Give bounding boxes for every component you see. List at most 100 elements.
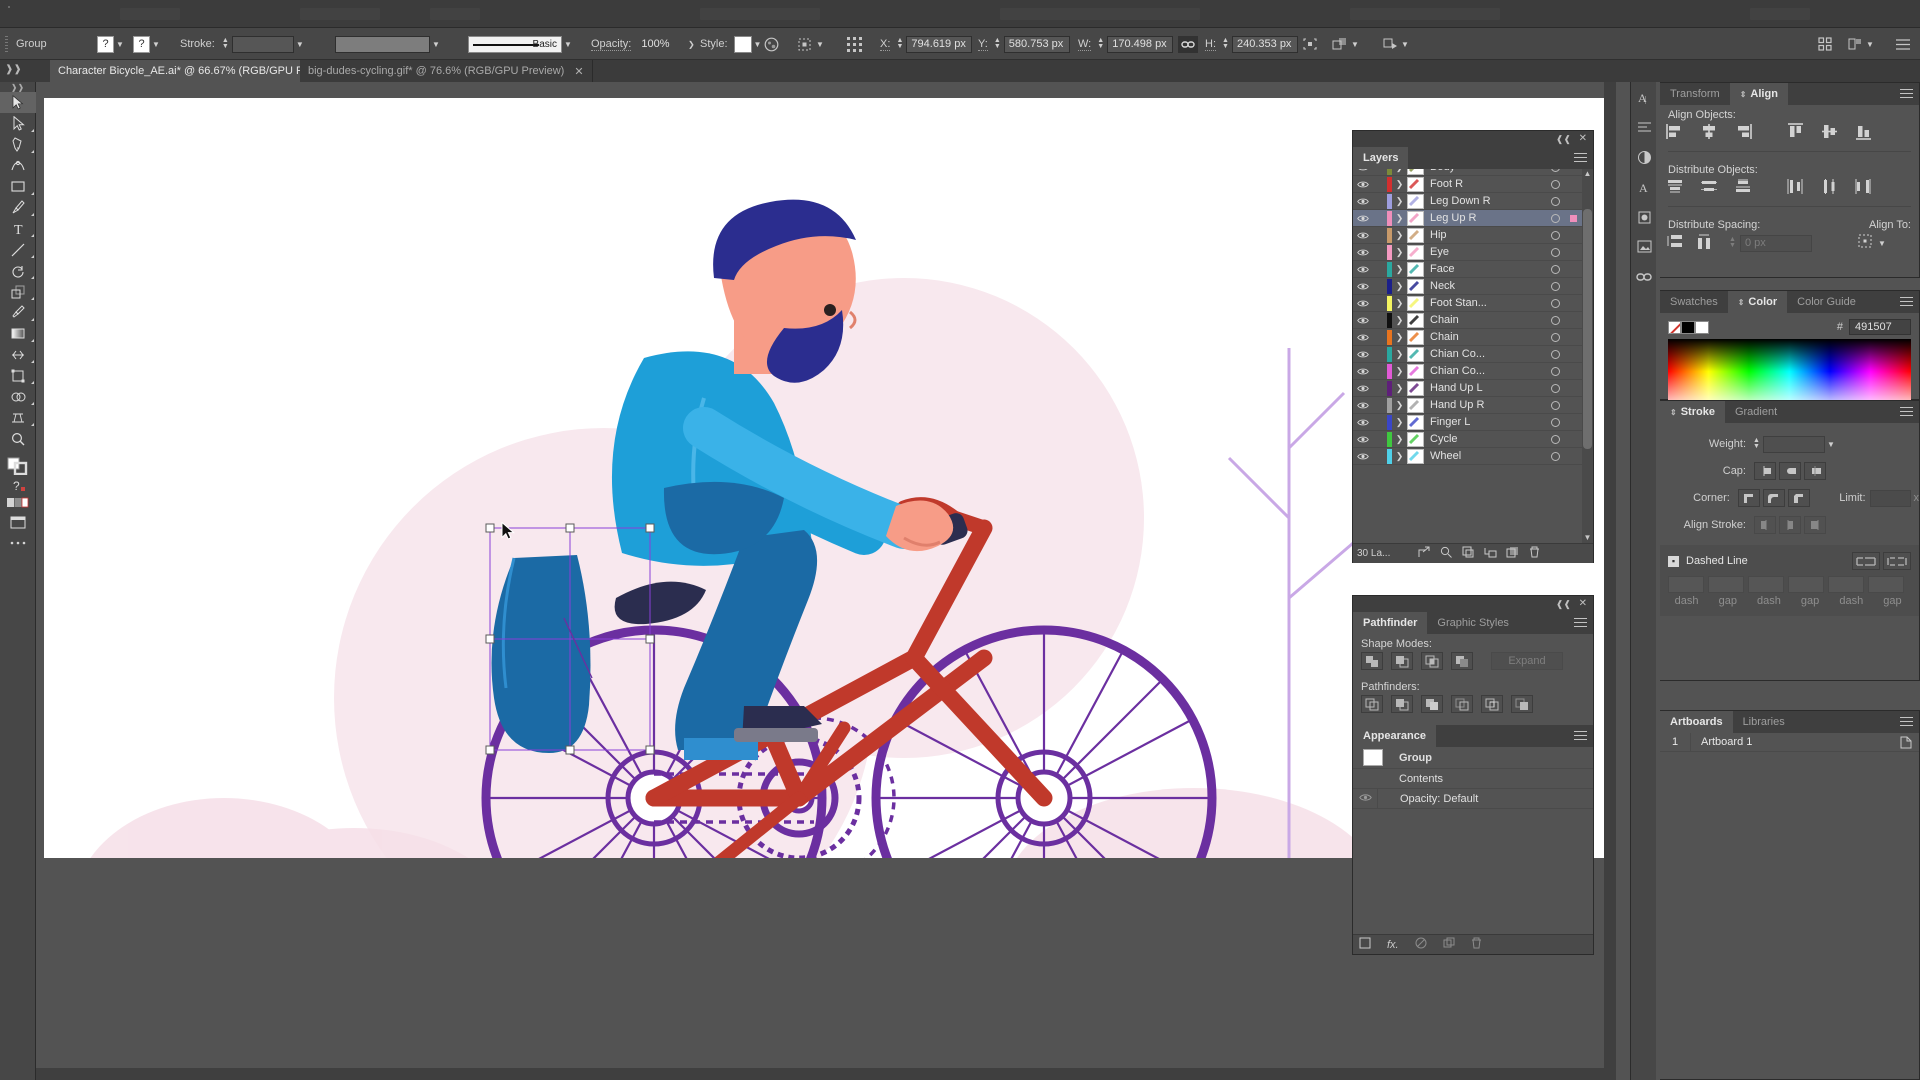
align-right-icon[interactable] (1734, 123, 1752, 143)
menu-placeholder-2[interactable] (300, 8, 380, 20)
layer-row[interactable]: ❯ Eye (1353, 244, 1582, 261)
layer-target-icon[interactable] (1551, 452, 1560, 461)
dash-field-1[interactable] (1748, 576, 1784, 593)
layer-expand-icon[interactable]: ❯ (1392, 213, 1407, 224)
add-new-effect-icon[interactable]: fx. (1387, 939, 1399, 951)
layer-target-icon[interactable] (1551, 231, 1560, 240)
align-stroke-inside-button[interactable] (1779, 516, 1801, 534)
help-tool[interactable]: ? (0, 476, 36, 494)
black-swatch[interactable] (1681, 320, 1695, 334)
control-bar-menu-icon[interactable] (1893, 35, 1912, 54)
layer-visibility-icon[interactable] (1353, 367, 1373, 376)
artboards-menu-icon[interactable] (1900, 717, 1913, 727)
stroke-dropdown-icon[interactable]: ▼ (150, 36, 162, 53)
free-transform-tool-flyout-icon[interactable] (31, 381, 34, 384)
select-similar-icon[interactable] (1380, 35, 1399, 54)
layer-target-icon[interactable] (1551, 435, 1560, 444)
layer-row[interactable]: ❯ Cycle (1353, 431, 1582, 448)
menu-placeholder-5[interactable] (1000, 8, 1200, 20)
type-tool[interactable]: T (0, 218, 36, 239)
menu-placeholder-7[interactable] (1750, 8, 1810, 20)
clear-appearance-icon[interactable] (1415, 937, 1427, 952)
selection-tool[interactable] (0, 92, 36, 113)
tab-expand-icon[interactable]: ❱❱ (5, 64, 22, 75)
make-clipping-mask-icon[interactable] (1435, 546, 1457, 561)
crop-button[interactable] (1451, 695, 1473, 713)
layer-expand-icon[interactable]: ❯ (1392, 400, 1407, 411)
color-mode-swatches[interactable] (0, 494, 36, 512)
dashed-line-checkbox[interactable]: ▪ (1668, 555, 1679, 567)
stroke-weight-stepper[interactable]: ▲ ▼ (221, 35, 230, 53)
unite-button[interactable] (1361, 652, 1383, 670)
layers-scrollbar[interactable]: ▲ ▼ (1582, 169, 1593, 543)
tab-gradient[interactable]: Gradient (1724, 401, 1788, 423)
tab-pathfinder[interactable]: Pathfinder (1353, 612, 1428, 634)
layer-row[interactable]: ❯ Hand Up L (1353, 380, 1582, 397)
gradient-tool-flyout-icon[interactable] (31, 339, 34, 342)
layer-expand-icon[interactable]: ❯ (1392, 349, 1407, 360)
layer-expand-icon[interactable]: ❯ (1392, 383, 1407, 394)
align-menu-icon[interactable] (1900, 89, 1913, 99)
align-caret-icon[interactable]: ▼ (814, 36, 826, 53)
minus-back-button[interactable] (1511, 695, 1533, 713)
merge-button[interactable] (1421, 695, 1443, 713)
transform-gizmo-icon[interactable] (1300, 35, 1319, 54)
w-stepper[interactable]: ▲ ▼ (1096, 35, 1105, 53)
line-tool-flyout-icon[interactable] (31, 255, 34, 258)
fill-dropdown-icon[interactable]: ▼ (114, 36, 126, 53)
align-bottom-icon[interactable] (1854, 123, 1872, 143)
horizontal-distribute-space-icon[interactable] (1696, 233, 1714, 253)
scale-tool-flyout-icon[interactable] (31, 297, 34, 300)
stroke-weight-stepper-2[interactable]: ▲ ▼ (1752, 435, 1761, 453)
rail-character-icon[interactable]: A | (1631, 82, 1657, 112)
duplicate-item-icon[interactable] (1443, 937, 1455, 952)
h-stepper[interactable]: ▲ ▼ (1221, 35, 1230, 53)
layer-target-icon[interactable] (1551, 333, 1560, 342)
tab-appearance[interactable]: Appearance (1353, 725, 1436, 747)
stroke-weight-field-2[interactable] (1763, 435, 1825, 453)
artboard-options-icon[interactable] (1891, 736, 1919, 749)
direct-selection-tool[interactable] (0, 113, 36, 134)
layer-visibility-icon[interactable] (1353, 248, 1373, 257)
layer-row[interactable]: ❯ Leg Up R (1353, 210, 1582, 227)
stroke-color-box[interactable]: ? (133, 35, 150, 53)
appearance-fill-swatch[interactable] (1363, 749, 1383, 766)
layer-visibility-icon[interactable] (1353, 231, 1373, 240)
transform-reference-icon[interactable] (845, 35, 864, 54)
dash-field-2[interactable] (1828, 576, 1864, 593)
layer-target-icon[interactable] (1551, 350, 1560, 359)
grid-view-icon[interactable] (1815, 35, 1834, 54)
miter-join-button[interactable] (1737, 489, 1760, 507)
appearance-row-0[interactable]: Group (1353, 747, 1593, 769)
appearance-row-2[interactable]: Opacity: Default (1353, 788, 1593, 809)
layer-visibility-icon[interactable] (1353, 282, 1373, 291)
fill-stroke-swatches[interactable] (0, 456, 36, 476)
y-field[interactable]: 580.753 px (1003, 35, 1070, 53)
layer-target-icon[interactable] (1551, 418, 1560, 427)
layers-menu-icon[interactable] (1574, 153, 1587, 163)
variable-width-dropdown-icon[interactable]: ▼ (430, 36, 442, 53)
layer-row[interactable]: ❯ Chain (1353, 329, 1582, 346)
rail-image-trace-icon[interactable] (1631, 232, 1657, 262)
round-join-button[interactable] (1762, 489, 1785, 507)
rail-links-icon[interactable] (1631, 262, 1657, 292)
layer-row[interactable]: ❯ Leg Down R (1353, 193, 1582, 210)
canvas-vertical-scrollbar[interactable] (1604, 82, 1616, 1068)
appearance-menu-icon[interactable] (1574, 731, 1587, 741)
tab-stroke[interactable]: ⇕ Stroke (1660, 401, 1725, 423)
layer-visibility-icon[interactable] (1353, 350, 1373, 359)
type-tool-flyout-icon[interactable] (31, 234, 34, 237)
tab-libraries[interactable]: Libraries (1732, 711, 1795, 733)
shape-builder-tool[interactable] (0, 386, 36, 407)
arrange-icon[interactable] (1330, 35, 1349, 54)
rectangle-tool[interactable] (0, 176, 36, 197)
tab-color-guide[interactable]: Color Guide (1787, 291, 1866, 313)
pathfinder-collapse-icon[interactable]: ❰❰ (1556, 599, 1571, 610)
tab-layers[interactable]: Layers (1353, 147, 1409, 169)
perspective-grid-tool[interactable] (0, 407, 36, 428)
layer-expand-icon[interactable]: ❯ (1392, 451, 1407, 462)
layer-visibility-icon[interactable] (1353, 418, 1373, 427)
tab-graphic-styles[interactable]: Graphic Styles (1427, 612, 1519, 634)
layer-visibility-icon[interactable] (1353, 384, 1373, 393)
x-field[interactable]: 794.619 px (906, 35, 973, 53)
